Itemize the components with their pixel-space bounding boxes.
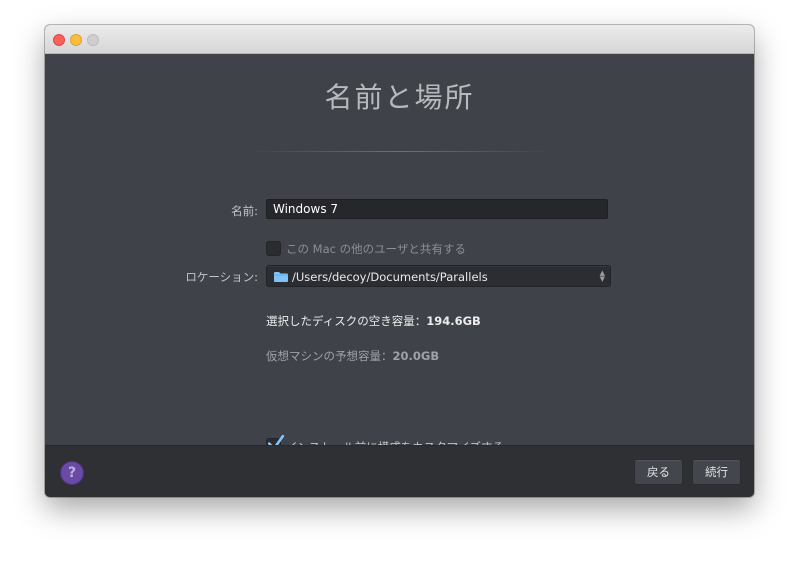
title-bar bbox=[45, 25, 754, 54]
vm-size-value: 20.0GB bbox=[392, 349, 440, 363]
zoom-window-button[interactable] bbox=[87, 34, 99, 46]
dialog-window: 名前と場所 名前: この Mac の他のユーザと共有する ロケーション: /Us… bbox=[45, 25, 754, 497]
close-window-button[interactable] bbox=[53, 34, 65, 46]
location-select[interactable]: /Users/decoy/Documents/Parallels ▲ ▼ bbox=[266, 265, 611, 287]
page-title: 名前と場所 bbox=[324, 81, 475, 114]
help-button[interactable]: ? bbox=[60, 461, 84, 485]
free-space-info: 選択したディスクの空き容量：194.6GB bbox=[266, 313, 481, 329]
footer-bar: ? 戻る 続行 bbox=[45, 445, 754, 497]
name-label: 名前: bbox=[231, 204, 258, 218]
chevron-updown-icon: ▲ ▼ bbox=[599, 269, 605, 283]
free-space-label: 選択したディスクの空き容量： bbox=[266, 314, 427, 328]
free-space-value: 194.6GB bbox=[426, 314, 481, 328]
dialog-content: 名前と場所 名前: この Mac の他のユーザと共有する ロケーション: /Us… bbox=[45, 54, 754, 454]
name-input[interactable] bbox=[266, 199, 608, 219]
help-icon: ? bbox=[67, 465, 77, 481]
share-with-users-checkbox[interactable] bbox=[266, 241, 281, 256]
location-path: /Users/decoy/Documents/Parallels bbox=[292, 270, 488, 284]
location-label: ロケーション: bbox=[185, 270, 258, 284]
folder-icon bbox=[274, 272, 288, 282]
title-divider bbox=[250, 151, 550, 152]
continue-button[interactable]: 続行 bbox=[692, 459, 741, 485]
back-button[interactable]: 戻る bbox=[634, 459, 683, 485]
minimize-window-button[interactable] bbox=[70, 34, 82, 46]
vm-size-label: 仮想マシンの予想容量： bbox=[266, 349, 393, 363]
vm-size-info: 仮想マシンの予想容量：20.0GB bbox=[266, 348, 439, 364]
share-with-users-label: この Mac の他のユーザと共有する bbox=[286, 242, 466, 256]
